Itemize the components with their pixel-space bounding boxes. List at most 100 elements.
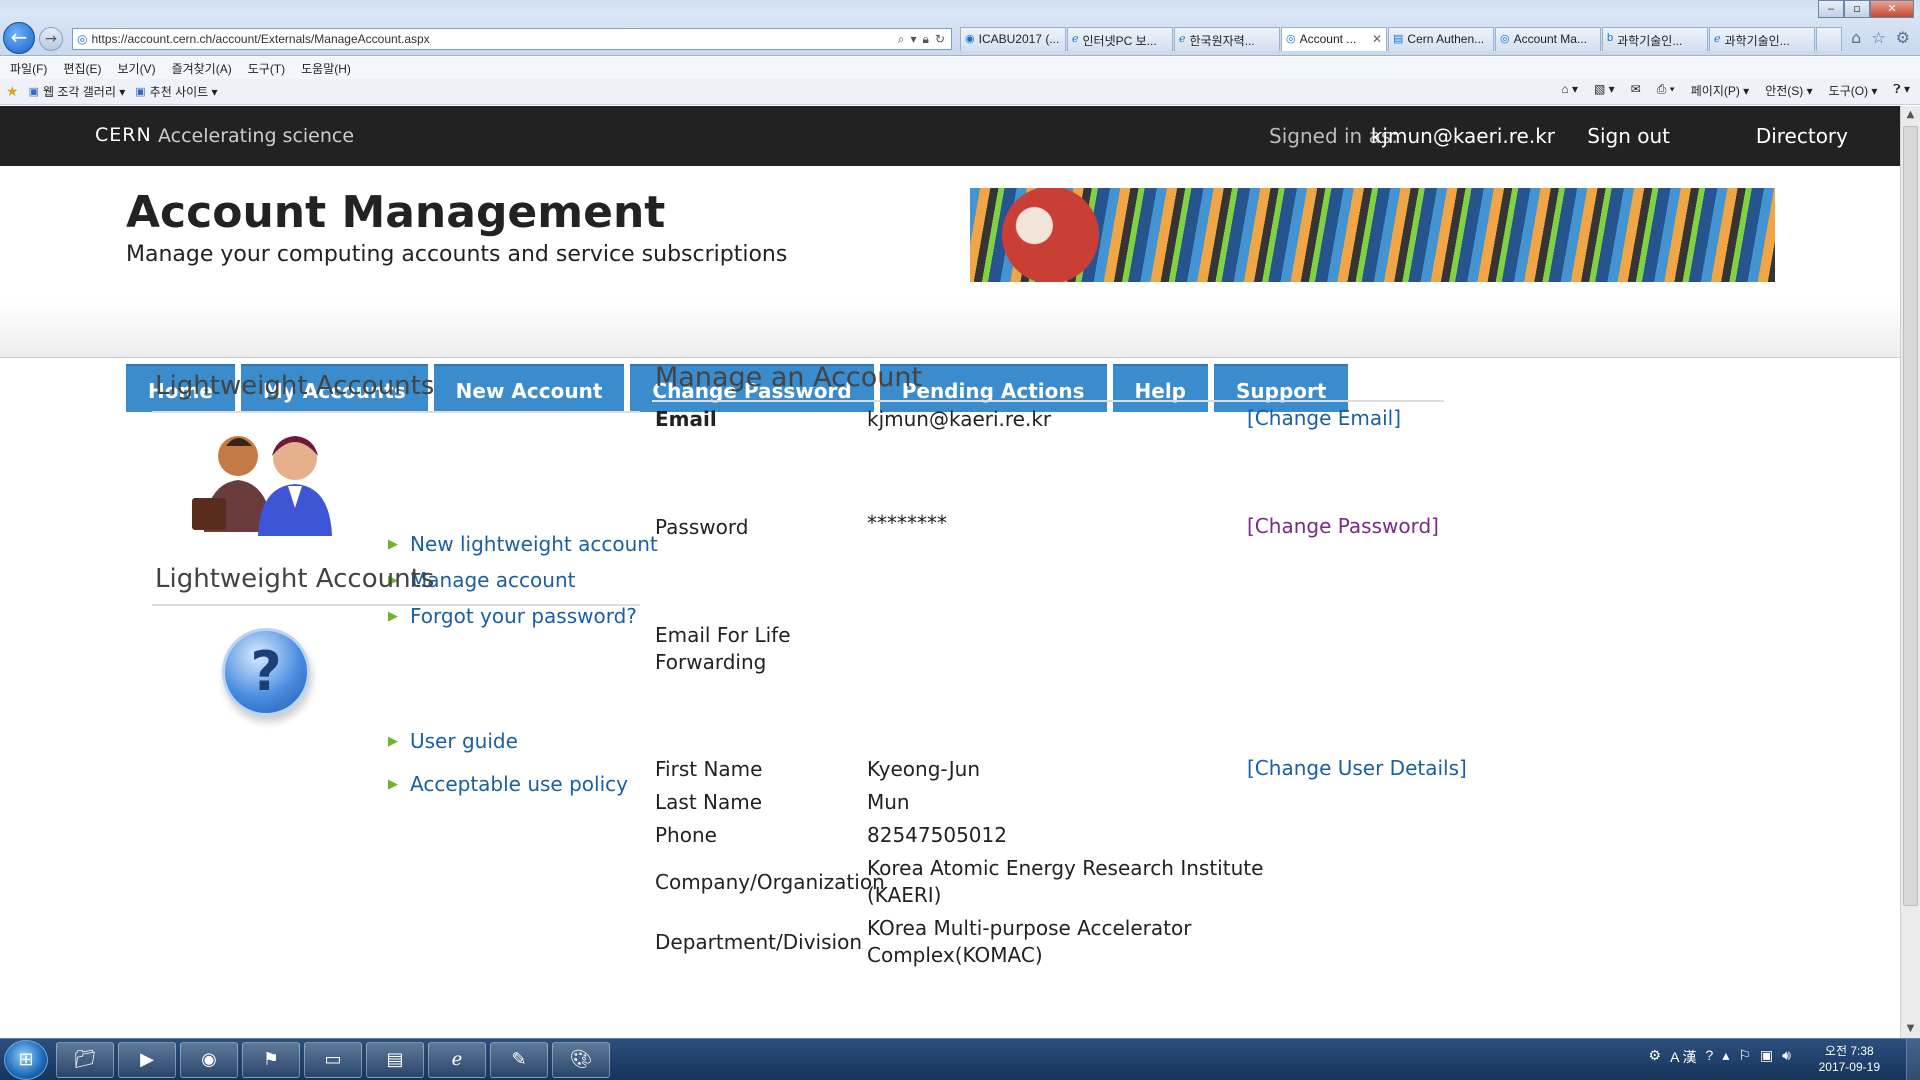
home-dropdown-icon[interactable]: ⌂ ▾ (1561, 82, 1578, 99)
new-tab-button[interactable] (1816, 27, 1842, 51)
taskbar-internet-explorer[interactable]: ℯ (428, 1042, 486, 1078)
department-value: KOrea Multi-purpose Accelerator (867, 916, 1192, 940)
tab-favicon-icon: b (1607, 32, 1614, 44)
menu-view[interactable]: 보기(V) (117, 60, 155, 77)
network-icon[interactable]: ▣ (1760, 1047, 1773, 1067)
action-center-flag-icon[interactable]: ⚐ (1738, 1047, 1751, 1067)
url-text[interactable]: https://account.cern.ch/account/External… (91, 32, 897, 46)
menu-file[interactable]: 파일(F) (10, 60, 47, 77)
change-password-link[interactable]: [Change Password] (1247, 514, 1439, 538)
ime-indicator[interactable]: A 漢 (1670, 1047, 1696, 1067)
minimize-button[interactable]: ‒ (1818, 0, 1844, 18)
page-icon: ◎ (77, 32, 88, 46)
user-guide-link[interactable]: User guide (410, 729, 518, 753)
show-desktop-button[interactable] (1906, 1039, 1920, 1080)
web-slice-icon: ▣ (28, 86, 39, 98)
browser-tab-active[interactable]: ◎ Account ... ✕ (1281, 27, 1387, 51)
tab-favicon-icon: ℯ (1714, 33, 1721, 45)
sign-out-link[interactable]: Sign out (1587, 124, 1670, 148)
browser-tab[interactable]: ℯ 한국원자력... (1174, 27, 1280, 51)
maximize-button[interactable]: ▫ (1844, 0, 1870, 18)
list-item[interactable]: ▶ New lightweight account (388, 526, 658, 562)
print-icon[interactable]: ⎙ ▾ (1657, 82, 1675, 99)
feeds-icon[interactable]: ▧ ▾ (1594, 82, 1615, 99)
browser-tab[interactable]: ℯ 인터넷PC 보... (1067, 27, 1173, 51)
change-user-details-link[interactable]: [Change User Details] (1247, 756, 1467, 780)
mail-icon[interactable]: ✉ (1631, 82, 1641, 99)
change-email-link[interactable]: [Change Email] (1247, 406, 1401, 430)
menu-tools[interactable]: 도구(T) (248, 60, 285, 77)
page-menu[interactable]: 페이지(P) ▾ (1691, 82, 1749, 99)
volume-icon[interactable]: 🔊︎ (1782, 1047, 1791, 1067)
forgot-password-link[interactable]: Forgot your password? (410, 604, 637, 628)
cern-brand[interactable]: CERN (95, 124, 152, 146)
signed-in-user: kjmun@kaeri.re.kr (1370, 124, 1555, 148)
taskbar-media-player[interactable]: ▶ (118, 1042, 176, 1078)
vertical-scrollbar[interactable]: ▲ ▼ (1900, 106, 1920, 1038)
forward-button[interactable]: → (39, 27, 63, 51)
taskbar-acrobat[interactable]: ⚑ (242, 1042, 300, 1078)
safety-menu[interactable]: 안전(S) ▾ (1765, 82, 1812, 99)
network-status-icon[interactable]: ⚙ (1649, 1047, 1662, 1067)
scrollbar-thumb[interactable] (1903, 126, 1918, 906)
tab-label: Account Ma... (1513, 32, 1587, 46)
browser-tab[interactable]: ◉ ICABU2017 (... (960, 27, 1066, 51)
list-item[interactable]: ▶ User guide (388, 718, 628, 764)
browser-tab[interactable]: ◎ Account Ma... (1495, 27, 1601, 51)
start-button[interactable]: ⊞ (4, 1040, 48, 1080)
taskbar-paint[interactable]: 🎨︎ (552, 1042, 610, 1078)
favorites-star-icon[interactable]: ☆ (1871, 28, 1885, 47)
password-value: ******** (867, 511, 947, 535)
nav-tab-new-account[interactable]: New Account (433, 364, 625, 412)
home-icon[interactable]: ⌂ (1851, 28, 1861, 47)
tools-menu[interactable]: 도구(O) ▾ (1829, 82, 1878, 99)
ime-help-icon[interactable]: ? (1706, 1047, 1714, 1067)
header-banner-image (970, 188, 1775, 282)
search-icon[interactable]: ⌕ (898, 32, 905, 47)
menu-bar: 파일(F) 편집(E) 보기(V) 즐겨찾기(A) 도구(T) 도움말(H) (0, 57, 1920, 79)
browser-tab[interactable]: b 과학기술인... (1602, 27, 1708, 51)
taskbar-clock[interactable]: 오전 7:38 2017-09-19 (1819, 1043, 1880, 1075)
acceptable-use-policy-link[interactable]: Acceptable use policy (410, 772, 628, 796)
acrobat-icon: ⚑ (262, 1049, 280, 1070)
new-lightweight-account-link[interactable]: New lightweight account (410, 532, 658, 556)
scroll-down-icon[interactable]: ▼ (1901, 1020, 1920, 1038)
address-bar[interactable]: ◎ https://account.cern.ch/account/Extern… (72, 28, 952, 50)
menu-edit[interactable]: 편집(E) (63, 60, 101, 77)
dropdown-icon[interactable]: ▾ (911, 32, 917, 47)
cern-tagline: Accelerating science (158, 125, 355, 147)
lock-icon[interactable]: 🔒︎ (923, 32, 929, 47)
taskbar-window[interactable]: ▤ (366, 1042, 424, 1078)
menu-help[interactable]: 도움말(H) (301, 60, 351, 77)
back-button[interactable]: ← (3, 22, 35, 54)
directory-link[interactable]: Directory (1756, 124, 1848, 148)
back-arrow-icon: ← (10, 25, 28, 49)
taskbar-cmd[interactable]: ▭ (304, 1042, 362, 1078)
taskbar-chrome[interactable]: ◉ (180, 1042, 238, 1078)
windows-logo-icon: ⊞ (18, 1049, 34, 1070)
chrome-icon: ◉ (201, 1049, 217, 1070)
taskbar-notepad[interactable]: ✎ (490, 1042, 548, 1078)
taskbar-explorer[interactable]: 📁︎ (56, 1042, 114, 1078)
browser-tab[interactable]: ▤ Cern Authen... (1388, 27, 1494, 51)
list-item[interactable]: ▶ Acceptable use policy (388, 764, 628, 804)
settings-gear-icon[interactable]: ⚙ (1896, 28, 1910, 47)
tab-close-icon[interactable]: ✕ (1372, 32, 1382, 51)
nav-tab-help[interactable]: Help (1112, 364, 1208, 412)
scroll-up-icon[interactable]: ▲ (1901, 106, 1920, 124)
first-name-label: First Name (655, 757, 763, 781)
favorites-star-icon[interactable]: ★ (6, 83, 19, 100)
refresh-icon[interactable]: ↻ (935, 32, 945, 47)
tray-expand-icon[interactable]: ▴ (1722, 1047, 1729, 1067)
favorites-item-suggested[interactable]: ▣ 추천 사이트 ▾ (135, 83, 217, 100)
tab-favicon-icon: ℯ (1072, 33, 1079, 45)
tab-label: ICABU2017 (... (978, 32, 1060, 46)
cern-top-bar: CERN Accelerating science Signed in as: … (0, 106, 1900, 166)
menu-favorites[interactable]: 즐겨찾기(A) (172, 60, 232, 77)
manage-account-link[interactable]: Manage account (410, 568, 575, 592)
browser-tab[interactable]: ℯ 과학기술인... (1709, 27, 1815, 51)
close-window-button[interactable]: ✕ (1870, 0, 1914, 18)
help-icon[interactable]: ❓︎ ▾ (1893, 82, 1910, 99)
nav-tab-support[interactable]: Support (1214, 364, 1349, 412)
favorites-item-web-slice[interactable]: ▣ 웹 조각 갤러리 ▾ (29, 83, 126, 100)
